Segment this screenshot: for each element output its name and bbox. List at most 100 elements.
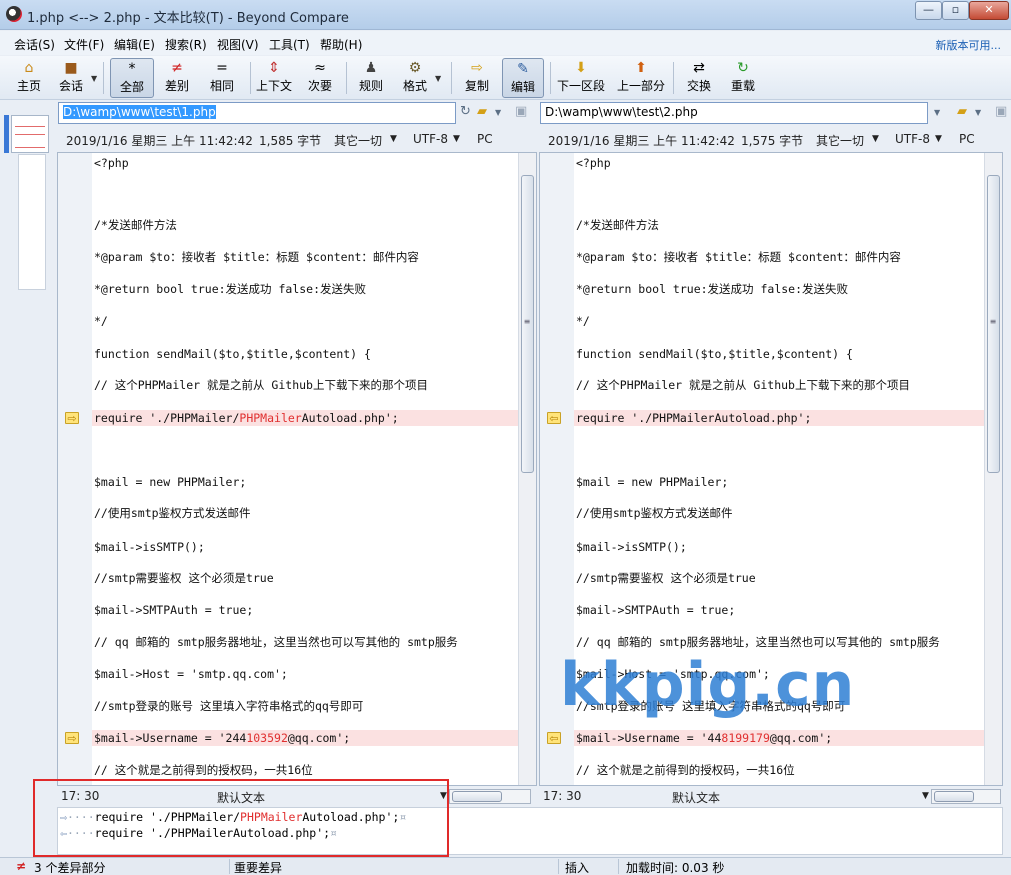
reload-button[interactable]: ↻ 重载 (728, 58, 758, 98)
open-folder-icon[interactable]: ▰ (477, 104, 487, 119)
next-section-button[interactable]: ⬇ 下一区段 (556, 58, 606, 98)
folder-dropdown-arrow[interactable]: ▼ (495, 108, 501, 117)
diff-arrow-right-icon[interactable]: ⇨ (65, 412, 79, 425)
diff-arrow-left-icon[interactable]: ⇦ (547, 412, 561, 425)
code-line[interactable]: // qq 邮箱的 smtp服务器地址，这里当然也可以写其他的 smtp服务 (92, 634, 518, 650)
save-icon[interactable]: ▣ (515, 104, 527, 119)
menu-edit[interactable]: 编辑(E) (114, 36, 155, 53)
right-vertical-scrollbar[interactable]: ≡ (984, 153, 1002, 785)
session-dropdown-arrow[interactable]: ▼ (91, 74, 97, 83)
code-line[interactable]: *@param $to：接收者 $title：标题 $content：邮件内容 (92, 249, 518, 265)
code-line[interactable] (92, 187, 518, 203)
format-dropdown-arrow[interactable]: ▼ (435, 74, 441, 83)
left-code-pane[interactable]: <?php /*发送邮件方法 *@param $to：接收者 $title：标题 … (57, 152, 537, 786)
open-folder-icon[interactable]: ▰ (957, 104, 967, 119)
code-line[interactable] (574, 187, 984, 203)
right-path-input[interactable]: D:\wamp\www\test\2.php (540, 102, 928, 124)
save-icon[interactable]: ▣ (995, 104, 1007, 119)
context-button[interactable]: ⇕ 上下文 (255, 58, 293, 98)
minimize-button[interactable]: — (915, 1, 942, 20)
code-line[interactable]: // 这个就是之前得到的授权码，一共16位 (574, 762, 984, 778)
code-line[interactable]: // qq 邮箱的 smtp服务器地址，这里当然也可以写其他的 smtp服务 (574, 634, 984, 650)
code-line[interactable]: //smtp需要鉴权 这个必须是true (574, 570, 984, 586)
code-line[interactable]: // 这个PHPMailer 就是之前从 Github上下载下来的那个项目 (92, 377, 518, 393)
show-same-button[interactable]: = 相同 (205, 58, 239, 98)
right-hscroll-thumb[interactable] (934, 791, 974, 802)
minor-button[interactable]: ≈ 次要 (304, 58, 336, 98)
history-back-icon[interactable]: ↻ (460, 104, 471, 119)
format-button[interactable]: ⚙ 格式 (398, 58, 432, 98)
code-line[interactable]: <?php (92, 155, 518, 171)
code-line[interactable]: /*发送邮件方法 (92, 217, 518, 233)
code-line[interactable]: $mail->SMTPAuth = true; (574, 602, 984, 618)
code-line[interactable]: */ (574, 313, 984, 329)
overview-thumbnail-lower[interactable] (18, 154, 46, 290)
left-encoding-select[interactable]: UTF-8 (413, 132, 448, 146)
right-text-type[interactable]: 默认文本 (672, 789, 720, 806)
session-button[interactable]: ■ 会话 (54, 58, 88, 98)
code-line[interactable]: $mail = new PHPMailer; (574, 474, 984, 490)
menu-view[interactable]: 视图(V) (217, 36, 259, 53)
code-line[interactable]: *@param $to：接收者 $title：标题 $content：邮件内容 (574, 249, 984, 265)
rules-button[interactable]: ♟ 规则 (354, 58, 388, 98)
swap-button[interactable]: ⇄ 交换 (684, 58, 714, 98)
code-line[interactable]: $mail->isSMTP(); (574, 539, 984, 555)
code-line[interactable]: *@return bool true:发送成功 false:发送失败 (574, 281, 984, 297)
code-line[interactable]: $mail->Username = '448199179@qq.com'; (574, 730, 984, 746)
prev-section-button[interactable]: ⬆ 上一部分 (616, 58, 666, 98)
code-line[interactable]: // 这个PHPMailer 就是之前从 Github上下载下来的那个项目 (574, 377, 984, 393)
left-path-input[interactable]: D:\wamp\www\test\1.php (58, 102, 456, 124)
left-vertical-scrollbar[interactable]: ≡ (518, 153, 536, 785)
diff-arrow-right-icon[interactable]: ⇨ (65, 732, 79, 745)
show-all-button[interactable]: * 全部 (110, 58, 154, 98)
code-line[interactable]: function sendMail($to,$title,$content) { (92, 346, 518, 362)
show-diffs-button[interactable]: ≠ 差别 (160, 58, 194, 98)
menu-session[interactable]: 会话(S) (14, 36, 55, 53)
copy-button[interactable]: ⇨ 复制 (460, 58, 494, 98)
menu-file[interactable]: 文件(F) (64, 36, 104, 53)
chevron-down-icon[interactable]: ▼ (872, 134, 879, 144)
diff-arrow-left-icon[interactable]: ⇦ (547, 732, 561, 745)
code-line[interactable]: $mail->Host = 'smtp.qq.com'; (92, 666, 518, 682)
code-line[interactable]: //smtp登录的账号 这里填入字符串格式的qq号即可 (92, 698, 518, 714)
code-line[interactable]: $mail->SMTPAuth = true; (92, 602, 518, 618)
menu-tools[interactable]: 工具(T) (269, 36, 310, 53)
right-platform-select[interactable]: PC (959, 132, 975, 146)
overview-thumbnail[interactable] (11, 115, 49, 153)
chevron-down-icon[interactable]: ▼ (935, 134, 942, 144)
code-line[interactable]: /*发送邮件方法 (574, 217, 984, 233)
left-horizontal-scrollbar[interactable] (449, 789, 531, 804)
code-line[interactable]: //smtp需要鉴权 这个必须是true (92, 570, 518, 586)
code-line[interactable] (92, 442, 518, 458)
update-available-link[interactable]: 新版本可用... (936, 37, 1002, 53)
code-line[interactable]: $mail->isSMTP(); (92, 539, 518, 555)
code-line[interactable]: $mail = new PHPMailer; (92, 474, 518, 490)
code-line[interactable] (574, 442, 984, 458)
left-platform-select[interactable]: PC (477, 132, 493, 146)
code-line[interactable]: require './PHPMailer/PHPMailerAutoload.p… (92, 410, 518, 426)
code-line[interactable]: require './PHPMailerAutoload.php'; (574, 410, 984, 426)
left-gutter[interactable] (58, 153, 92, 785)
code-line[interactable]: *@return bool true:发送成功 false:发送失败 (92, 281, 518, 297)
code-line[interactable]: //使用smtp鉴权方式发送邮件 (574, 505, 984, 521)
left-line-end-select[interactable]: 其它一切 (334, 132, 382, 149)
thumbnail-overview-panel[interactable] (0, 101, 57, 858)
code-line[interactable]: // 这个就是之前得到的授权码，一共16位 (92, 762, 518, 778)
right-horizontal-scrollbar[interactable] (931, 789, 1001, 804)
right-encoding-select[interactable]: UTF-8 (895, 132, 930, 146)
close-button[interactable]: ✕ (969, 1, 1009, 20)
home-button[interactable]: ⌂ 主页 (12, 58, 46, 98)
chevron-down-icon[interactable]: ▼ (390, 134, 397, 144)
maximize-button[interactable]: ▫ (942, 1, 969, 20)
right-line-end-select[interactable]: 其它一切 (816, 132, 864, 149)
edit-button[interactable]: ✎ 编辑 (502, 58, 544, 98)
folder-dropdown-arrow[interactable]: ▼ (975, 108, 981, 117)
code-line[interactable]: //使用smtp鉴权方式发送邮件 (92, 505, 518, 521)
menu-help[interactable]: 帮助(H) (320, 36, 362, 53)
left-hscroll-thumb[interactable] (452, 791, 502, 802)
code-line[interactable]: */ (92, 313, 518, 329)
chevron-down-icon[interactable]: ▼ (453, 134, 460, 144)
code-line[interactable]: $mail->Username = '244103592@qq.com'; (92, 730, 518, 746)
menu-search[interactable]: 搜索(R) (165, 36, 207, 53)
code-line[interactable]: function sendMail($to,$title,$content) { (574, 346, 984, 362)
